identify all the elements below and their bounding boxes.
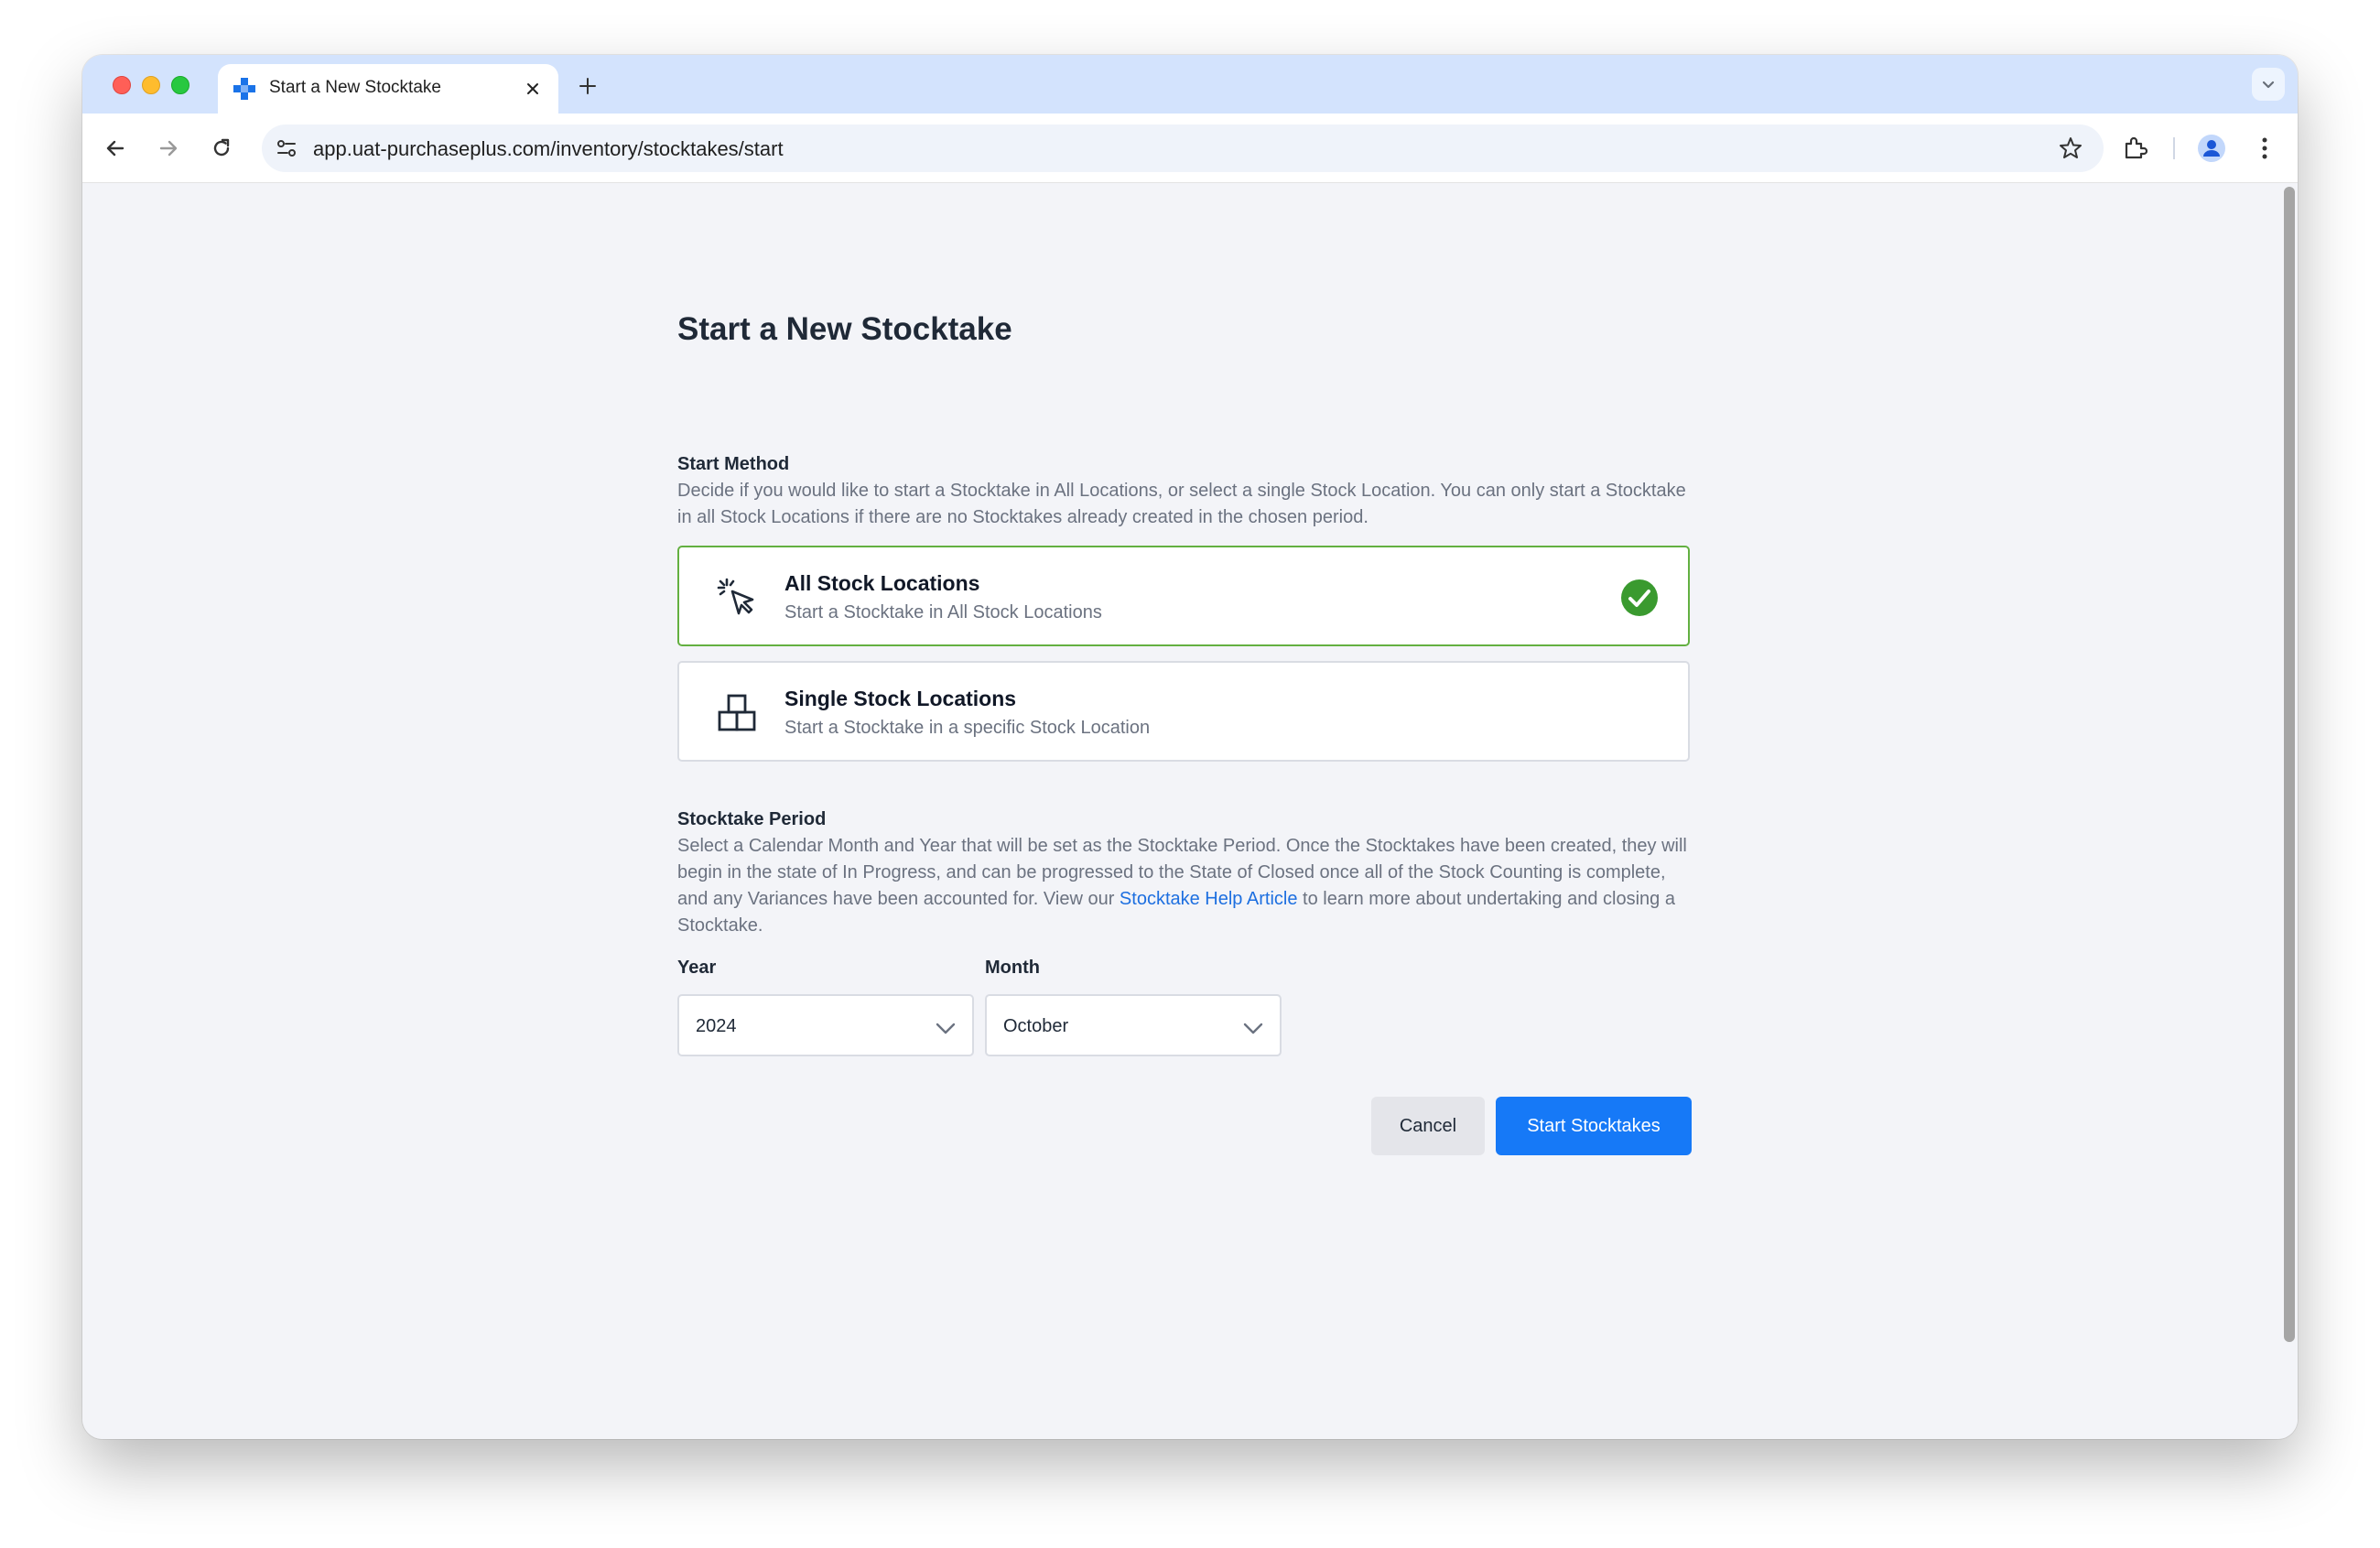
month-label: Month	[985, 958, 1040, 978]
browser-tab[interactable]: Start a New Stocktake	[218, 64, 558, 114]
option-single-stock-locations[interactable]: Single Stock Locations Start a Stocktake…	[677, 661, 1690, 762]
year-label: Year	[677, 958, 717, 978]
back-arrow-icon[interactable]	[97, 130, 134, 167]
site-settings-icon[interactable]	[275, 136, 298, 160]
profile-avatar-icon[interactable]	[2195, 132, 2228, 165]
bookmark-star-icon[interactable]	[2058, 135, 2083, 161]
option-subtitle: Start a Stocktake in All Stock Locations	[784, 602, 1102, 622]
maximize-window-button[interactable]	[171, 76, 189, 94]
toolbar-separator	[2173, 137, 2175, 159]
tab-search-chevron-down-icon[interactable]	[2252, 68, 2285, 101]
stocktake-period-label: Stocktake Period	[677, 809, 827, 829]
option-all-stock-locations[interactable]: All Stock Locations Start a Stocktake in…	[677, 546, 1690, 646]
tab-close-icon[interactable]	[520, 76, 546, 102]
boxes-icon	[718, 694, 756, 731]
scrollbar-track[interactable]	[2283, 183, 2298, 1439]
cancel-button[interactable]: Cancel	[1371, 1097, 1485, 1155]
year-select-value: 2024	[696, 1016, 737, 1036]
extensions-puzzle-icon[interactable]	[2118, 132, 2151, 165]
new-tab-plus-icon[interactable]	[573, 71, 602, 101]
close-window-button[interactable]	[113, 76, 131, 94]
option-title: All Stock Locations	[784, 571, 980, 595]
month-select-value: October	[1003, 1016, 1069, 1036]
url-text: app.uat-purchaseplus.com/inventory/stock…	[313, 137, 784, 160]
page-content: Start a New Stocktake Start Method Decid…	[82, 183, 2298, 1439]
page-title: Start a New Stocktake	[677, 311, 1012, 347]
option-title: Single Stock Locations	[784, 687, 1017, 710]
start-stocktakes-button[interactable]: Start Stocktakes	[1496, 1097, 1692, 1155]
forward-arrow-icon[interactable]	[150, 130, 187, 167]
chevron-down-icon	[936, 1023, 956, 1034]
browser-toolbar: app.uat-purchaseplus.com/inventory/stock…	[82, 114, 2298, 183]
month-select[interactable]: October	[985, 994, 1282, 1056]
stocktake-period-description: Select a Calendar Month and Year that wi…	[677, 833, 1693, 939]
tab-title: Start a New Stocktake	[269, 78, 441, 97]
chevron-down-icon	[1243, 1023, 1263, 1034]
stocktake-help-article-link[interactable]: Stocktake Help Article	[1120, 889, 1298, 909]
address-bar[interactable]: app.uat-purchaseplus.com/inventory/stock…	[262, 124, 2104, 172]
kebab-menu-icon[interactable]	[2248, 132, 2281, 165]
scrollbar-thumb[interactable]	[2284, 187, 2295, 1342]
minimize-window-button[interactable]	[142, 76, 160, 94]
browser-window: Start a New Stocktake app.uat-purchasepl…	[82, 55, 2298, 1439]
option-subtitle: Start a Stocktake in a specific Stock Lo…	[784, 718, 1151, 738]
start-method-label: Start Method	[677, 454, 790, 474]
purchaseplus-favicon-icon	[233, 78, 255, 100]
tab-strip: Start a New Stocktake	[82, 55, 2298, 114]
reload-icon[interactable]	[203, 130, 240, 167]
cursor-click-icon	[717, 578, 754, 615]
check-circle-icon	[1621, 579, 1658, 616]
start-method-description: Decide if you would like to start a Stoc…	[677, 481, 1686, 527]
year-select[interactable]: 2024	[677, 994, 974, 1056]
